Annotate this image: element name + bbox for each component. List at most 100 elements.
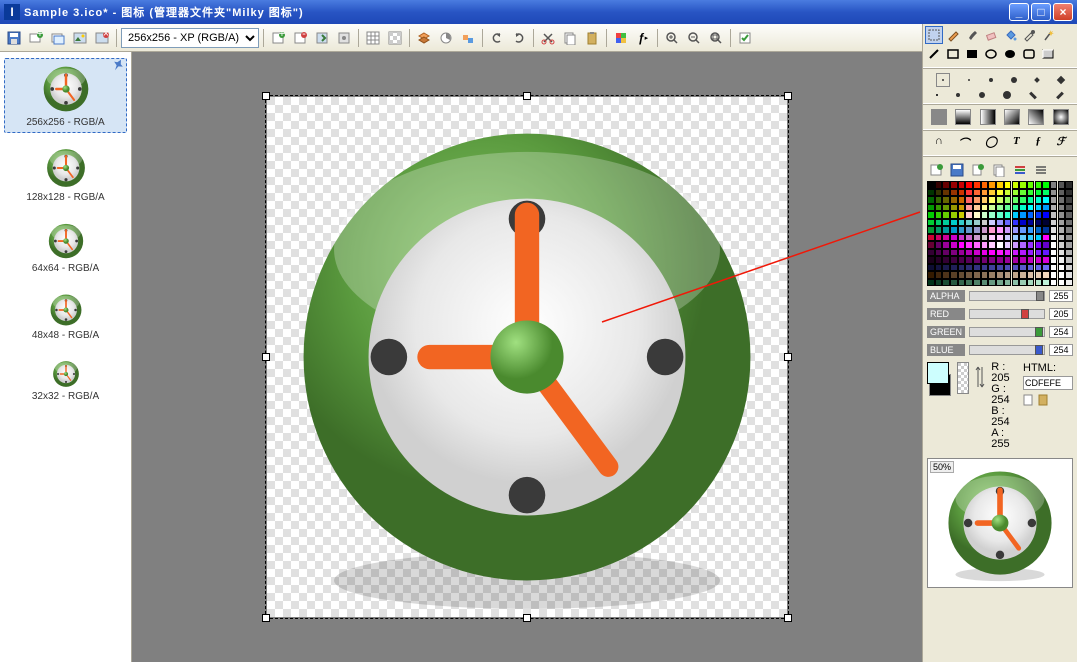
palette-cell[interactable] (1012, 234, 1020, 242)
palette-cell[interactable] (1012, 271, 1020, 279)
palette-cell[interactable] (950, 181, 958, 189)
palette-cell[interactable] (973, 196, 981, 204)
palette-cell[interactable] (942, 181, 950, 189)
palette-cell[interactable] (1027, 204, 1035, 212)
palette-cell[interactable] (950, 234, 958, 242)
palette-cell[interactable] (1035, 189, 1043, 197)
palette-cell[interactable] (927, 196, 935, 204)
palette-cell[interactable] (1042, 264, 1050, 272)
palette-cell[interactable] (1042, 271, 1050, 279)
palette-cell[interactable] (1012, 211, 1020, 219)
palette-cell[interactable] (950, 279, 958, 287)
palette-cell[interactable] (1042, 219, 1050, 227)
palette-cell[interactable] (927, 234, 935, 242)
brush-size-2[interactable] (968, 79, 970, 81)
palette-cell[interactable] (965, 204, 973, 212)
palette-cell[interactable] (1050, 249, 1058, 257)
palette-cell[interactable] (1019, 249, 1027, 257)
undo-button[interactable] (487, 28, 507, 48)
palette-cell[interactable] (1065, 256, 1073, 264)
palette-cell[interactable] (1065, 211, 1073, 219)
palette-cell[interactable] (1058, 279, 1066, 287)
size-item[interactable]: 32x32 - RGB/A (4, 354, 127, 407)
palette-cell[interactable] (988, 264, 996, 272)
palette-cell[interactable] (927, 181, 935, 189)
checker-button[interactable] (385, 28, 405, 48)
pencil-tool[interactable] (944, 26, 962, 44)
palette-save-button[interactable] (948, 161, 966, 179)
palette-cell[interactable] (950, 211, 958, 219)
palette-cell[interactable] (1035, 264, 1043, 272)
palette-cell[interactable] (988, 234, 996, 242)
palette-cell[interactable] (942, 249, 950, 257)
palette-cell[interactable] (1035, 204, 1043, 212)
palette-cell[interactable] (958, 226, 966, 234)
palette-cell[interactable] (1019, 219, 1027, 227)
palette-cell[interactable] (1050, 189, 1058, 197)
delete-image-button[interactable]: × (92, 28, 112, 48)
brush-tool[interactable] (963, 26, 981, 44)
palette-cell[interactable] (1027, 256, 1035, 264)
close-button[interactable]: × (1053, 3, 1073, 21)
palette-cell[interactable] (981, 279, 989, 287)
swap-colors-icon[interactable] (975, 362, 985, 392)
gradient-diag2[interactable] (1028, 109, 1044, 125)
palette-cell[interactable] (942, 264, 950, 272)
palette-cell[interactable] (950, 189, 958, 197)
palette-cell[interactable] (1019, 264, 1027, 272)
palette-cell[interactable] (942, 234, 950, 242)
palette-cell[interactable] (973, 234, 981, 242)
palette-cell[interactable] (942, 196, 950, 204)
palette-cell[interactable] (958, 234, 966, 242)
palette-cell[interactable] (1012, 226, 1020, 234)
palette-cell[interactable] (1065, 189, 1073, 197)
size-item[interactable]: 64x64 - RGB/A (4, 216, 127, 279)
palette-cell[interactable] (988, 211, 996, 219)
palette-cell[interactable] (927, 189, 935, 197)
palette-cell[interactable] (965, 279, 973, 287)
palette-cell[interactable] (1058, 189, 1066, 197)
blue-slider[interactable] (969, 345, 1045, 355)
alpha-slider[interactable] (969, 291, 1045, 301)
palette-cell[interactable] (935, 226, 943, 234)
brush-shape-5[interactable] (1030, 91, 1038, 99)
palette-cell[interactable] (981, 241, 989, 249)
foreground-color-swatch[interactable] (927, 362, 949, 384)
rounded-rect-tool[interactable] (1020, 45, 1038, 63)
palette-cell[interactable] (935, 189, 943, 197)
palette-cell[interactable] (1058, 271, 1066, 279)
palette-cell[interactable] (935, 219, 943, 227)
palette-cell[interactable] (973, 271, 981, 279)
palette-cell[interactable] (1042, 241, 1050, 249)
palette-cell[interactable] (942, 211, 950, 219)
palette-cell[interactable] (1058, 204, 1066, 212)
palette-cell[interactable] (1004, 189, 1012, 197)
layers-button[interactable] (414, 28, 434, 48)
color-palette[interactable] (923, 181, 1077, 286)
duplicate-image-button[interactable] (48, 28, 68, 48)
palette-cell[interactable] (1035, 219, 1043, 227)
palette-cell[interactable] (927, 241, 935, 249)
palette-cell[interactable] (927, 271, 935, 279)
palette-cell[interactable] (996, 271, 1004, 279)
palette-cell[interactable] (958, 219, 966, 227)
fg-bg-swatches[interactable] (927, 362, 951, 396)
palette-cell[interactable] (935, 234, 943, 242)
palette-cell[interactable] (1035, 226, 1043, 234)
minimize-button[interactable]: _ (1009, 3, 1029, 21)
palette-cell[interactable] (973, 256, 981, 264)
palette-cell[interactable] (1065, 181, 1073, 189)
palette-cell[interactable] (996, 241, 1004, 249)
palette-cell[interactable] (988, 249, 996, 257)
palette-cell[interactable] (1050, 181, 1058, 189)
palette-cell[interactable] (950, 271, 958, 279)
palette-cell[interactable] (973, 241, 981, 249)
palette-cell[interactable] (958, 241, 966, 249)
palette-cell[interactable] (927, 226, 935, 234)
palette-cell[interactable] (965, 249, 973, 257)
palette-cell[interactable] (935, 271, 943, 279)
palette-cell[interactable] (942, 271, 950, 279)
palette-cell[interactable] (973, 189, 981, 197)
arc-tool-icon[interactable]: ⌒ (958, 135, 969, 151)
palette-cell[interactable] (996, 204, 1004, 212)
